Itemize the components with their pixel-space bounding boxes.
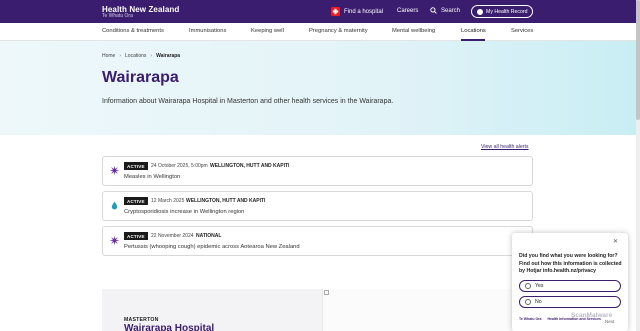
main-nav: Conditions & treatments Immunisations Ke… bbox=[0, 23, 636, 41]
hospital-card[interactable]: MASTERTON Wairarapa Hospital bbox=[102, 289, 322, 331]
my-health-record-button[interactable]: My Health Record bbox=[471, 5, 533, 18]
find-hospital-label: Find a hospital bbox=[344, 8, 384, 15]
survey-next-button[interactable]: Next bbox=[605, 319, 614, 324]
survey-option-label: No bbox=[535, 299, 542, 305]
alert-region: WELLINGTON, HUTT AND KAPITI bbox=[210, 163, 290, 169]
survey-option-no[interactable]: No bbox=[519, 296, 621, 308]
breadcrumb-current: Wairarapa bbox=[156, 53, 181, 59]
top-bar: Health New Zealand Te Whatu Ora Find a h… bbox=[0, 0, 636, 23]
survey-footer-logo-left: Te Whatu Ora bbox=[519, 317, 542, 321]
breadcrumb-home[interactable]: Home bbox=[102, 53, 115, 59]
nav-immunisations[interactable]: Immunisations bbox=[189, 28, 226, 34]
page-title: Wairarapa bbox=[102, 69, 179, 86]
alert-date: 24 October 2025, 5:00pm bbox=[151, 163, 208, 169]
scrollbar[interactable] bbox=[636, 0, 640, 331]
close-icon[interactable]: ✕ bbox=[613, 238, 618, 245]
breadcrumb-chevron-icon: › bbox=[150, 53, 153, 59]
virus-icon bbox=[110, 166, 119, 175]
virus-icon bbox=[110, 236, 119, 245]
breadcrumb-locations[interactable]: Locations bbox=[125, 53, 146, 59]
breadcrumb-chevron-icon: › bbox=[119, 53, 122, 59]
breadcrumb: Home › Locations › Wairarapa bbox=[102, 53, 180, 59]
nav-mental-wellbeing[interactable]: Mental wellbeing bbox=[392, 28, 435, 34]
page-lead: Information about Wairarapa Hospital in … bbox=[102, 98, 394, 105]
hospital-title[interactable]: Wairarapa Hospital bbox=[124, 323, 214, 331]
hospital-cross-icon bbox=[331, 7, 340, 16]
view-all-alerts-link[interactable]: View all health alerts bbox=[481, 144, 528, 150]
search-icon bbox=[430, 7, 437, 14]
status-badge: ACTIVE bbox=[124, 197, 148, 205]
radio-icon bbox=[525, 283, 531, 289]
search-label: Search bbox=[441, 7, 461, 14]
nav-locations[interactable]: Locations bbox=[461, 28, 486, 34]
health-alert-card[interactable]: ACTIVE 24 October 2025, 5:00pm WELLINGTO… bbox=[102, 156, 533, 186]
nav-services[interactable]: Services bbox=[511, 28, 533, 34]
water-drop-icon bbox=[111, 201, 118, 210]
alert-title[interactable]: Pertussis (whooping cough) epidemic acro… bbox=[124, 244, 300, 250]
status-badge: ACTIVE bbox=[124, 232, 148, 240]
nav-conditions-treatments[interactable]: Conditions & treatments bbox=[102, 28, 164, 34]
find-hospital-link[interactable]: Find a hospital bbox=[331, 7, 383, 16]
radio-icon bbox=[525, 299, 531, 305]
search-button[interactable]: Search bbox=[430, 7, 460, 14]
careers-link[interactable]: Careers bbox=[397, 8, 418, 14]
survey-option-label: Yes bbox=[535, 283, 544, 289]
scrollbar-thumb[interactable] bbox=[636, 0, 640, 120]
logo-subtitle[interactable]: Te Whatu Ora bbox=[102, 13, 133, 19]
alert-title[interactable]: Cryptosporidiosis increase in Wellington… bbox=[124, 209, 244, 215]
user-icon bbox=[477, 8, 483, 15]
watermark: ScanMalware bbox=[571, 312, 613, 319]
nav-keeping-well[interactable]: Keeping well bbox=[251, 28, 284, 34]
alert-region: NATIONAL bbox=[196, 233, 222, 239]
alert-title[interactable]: Measles in Wellington bbox=[124, 174, 180, 180]
survey-question: Did you find what you were looking for? … bbox=[519, 253, 622, 274]
survey-option-yes[interactable]: Yes bbox=[519, 280, 621, 292]
alert-date: 22 November 2024 bbox=[151, 233, 194, 239]
alert-date: 12 March 2025 bbox=[151, 198, 185, 204]
hospital-image bbox=[322, 289, 512, 331]
broken-image-icon bbox=[324, 290, 329, 295]
status-badge: ACTIVE bbox=[124, 162, 148, 170]
hero-banner: Home › Locations › Wairarapa Wairarapa I… bbox=[0, 41, 636, 135]
alert-region: WELLINGTON, HUTT AND KAPITI bbox=[186, 198, 266, 204]
health-alert-card[interactable]: ACTIVE 22 November 2024 NATIONAL Pertuss… bbox=[102, 226, 533, 256]
nav-pregnancy-maternity[interactable]: Pregnancy & maternity bbox=[309, 28, 368, 34]
health-alert-card[interactable]: ACTIVE 12 March 2025 WELLINGTON, HUTT AN… bbox=[102, 191, 533, 221]
my-health-record-label: My Health Record bbox=[486, 8, 528, 15]
